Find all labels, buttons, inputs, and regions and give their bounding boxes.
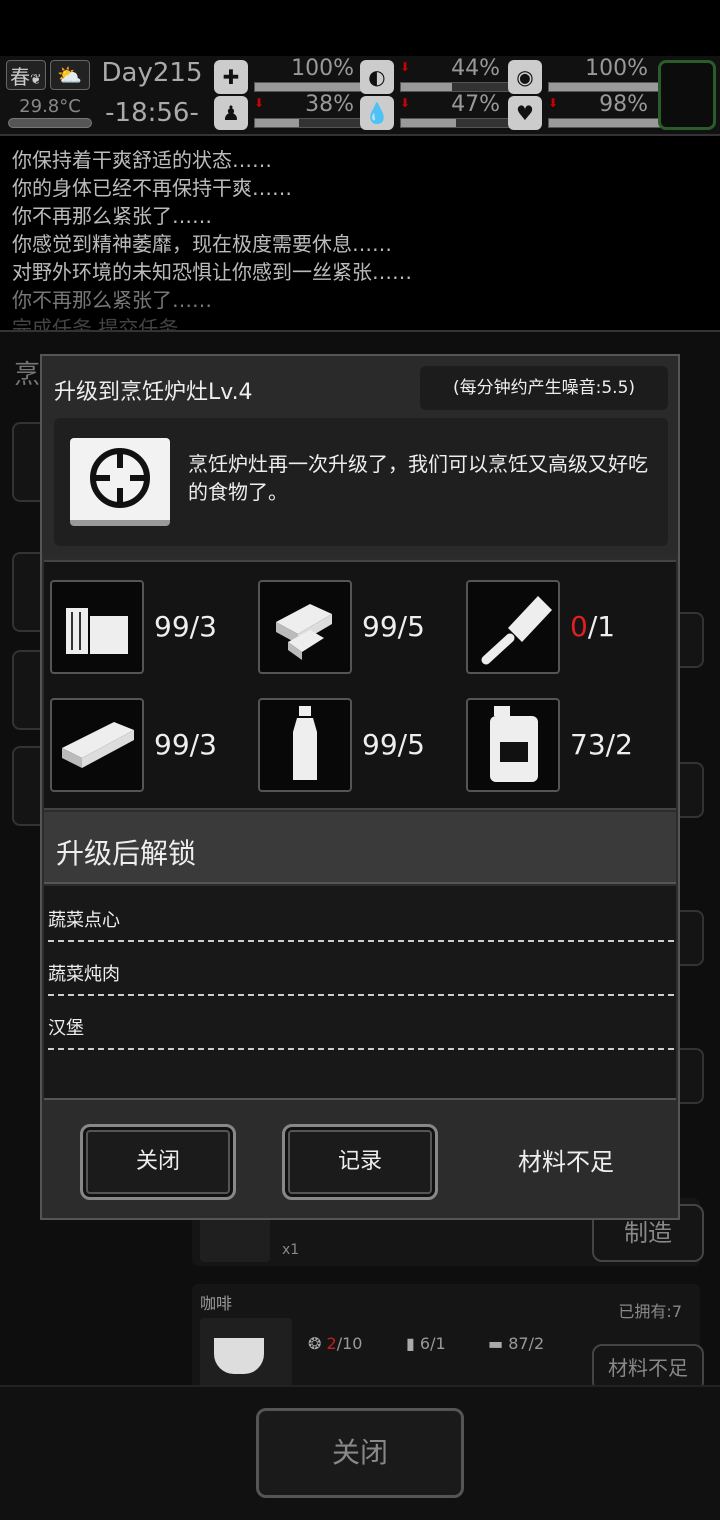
spirit-percent: 98% — [599, 92, 648, 117]
upgrade-dialog: 升级到烹饪炉灶Lv.4 (每分钟约产生噪音:5.5) 烹饪炉灶再一次升级了，我们… — [40, 354, 680, 1220]
hunger-percent: 44% — [451, 56, 500, 81]
dialog-footer: 关闭 记录 材料不足 — [42, 1102, 678, 1218]
bottle-icon — [258, 698, 352, 792]
recipe-name: 咖啡 — [200, 1294, 233, 1313]
boot-icon: ♟ — [214, 96, 248, 130]
stat-hunger: ◐ ⬇ 44% — [360, 56, 518, 94]
bottle-icon: ▮ — [406, 1334, 415, 1353]
decrease-arrow-icon: ⬇ — [254, 96, 265, 110]
temperature-display: 29.8°C — [8, 96, 92, 132]
spirit-bar-fill — [549, 119, 663, 127]
material-quantity: 99/3 — [154, 728, 217, 761]
description-box: 烹饪炉灶再一次升级了，我们可以烹饪又高级又好吃的食物了。 — [54, 418, 668, 546]
season-label: 春 — [10, 65, 30, 89]
dialog-title: 升级到烹饪炉灶Lv.4 — [54, 380, 253, 405]
material-quantity: 99/5 — [362, 610, 425, 643]
coffee-bean-icon: ❂ — [308, 1334, 322, 1353]
req-coffee-beans: ❂ 2/10 — [308, 1334, 363, 1353]
dialog-header: 升级到烹饪炉灶Lv.4 (每分钟约产生噪音:5.5) 烹饪炉灶再一次升级了，我们… — [42, 356, 678, 556]
message-log: 你保持着干爽舒适的状态…… 你的身体已经不再保持干爽…… 你不再那么紧张了…… … — [12, 146, 712, 342]
health-percent: 100% — [291, 56, 354, 81]
log-line: 你的身体已经不再保持干爽…… — [12, 176, 292, 200]
stomach-icon: ◐ — [360, 60, 394, 94]
upgrade-description: 烹饪炉灶再一次升级了，我们可以烹饪又高级又好吃的食物了。 — [188, 452, 648, 504]
material-quantity: 0/1 — [570, 610, 616, 643]
log-line: 对野外环境的未知恐惧让你感到一丝紧张…… — [12, 260, 412, 284]
recipe-owned-count: 已拥有:7 — [618, 1302, 682, 1321]
stat-thirst: 💧 ⬇ 47% — [360, 92, 518, 130]
unlock-item: 汉堡 — [48, 998, 674, 1050]
material-quantity: 99/3 — [154, 610, 217, 643]
unlock-section-header: 升级后解锁 — [44, 812, 676, 884]
record-button[interactable]: 记录 — [282, 1124, 438, 1200]
stamina-bar-fill — [255, 119, 300, 127]
thirst-percent: 47% — [451, 92, 500, 117]
material-quantity: 73/2 — [570, 728, 633, 761]
log-line: 你保持着干爽舒适的状态…… — [12, 148, 272, 172]
unlock-list: 蔬菜点心 蔬菜炖肉 汉堡 — [44, 886, 676, 1100]
decrease-arrow-icon: ⬇ — [400, 96, 411, 110]
log-line: 你感觉到精神萎靡，现在极度需要休息…… — [12, 232, 392, 256]
panel-close-button[interactable]: 关闭 — [256, 1408, 464, 1498]
medkit-icon: ✚ — [214, 60, 248, 94]
req-water-bottle: ▮ 6/1 — [406, 1334, 446, 1353]
mood-bar-fill — [549, 83, 665, 91]
unlock-header-label: 升级后解锁 — [56, 837, 197, 870]
decrease-arrow-icon: ⬇ — [548, 96, 559, 110]
wood-icon: ▬ — [488, 1334, 504, 1353]
hunger-bar-fill — [401, 83, 453, 91]
brain-icon: ◉ — [508, 60, 542, 94]
required-materials: 99/3 99/5 0/1 99/3 99/5 73/2 — [44, 560, 676, 810]
leaf-icon: ❦ — [30, 72, 42, 88]
stove-burner-icon — [70, 438, 170, 526]
mood-percent: 100% — [585, 56, 648, 81]
heart-icon: ♥ — [508, 96, 542, 130]
day-counter: Day215 — [101, 58, 203, 88]
wood-planks-icon — [258, 580, 352, 674]
stamina-percent: 38% — [305, 92, 354, 117]
season-indicator: 春❦ — [6, 60, 46, 90]
material-metal-plate: 99/3 — [50, 698, 250, 794]
material-bottle: 99/5 — [258, 698, 458, 794]
oil-jug-icon — [466, 698, 560, 792]
unlock-item: 蔬菜点心 — [48, 890, 674, 942]
water-drop-icon: 💧 — [360, 96, 394, 130]
cleaver-icon — [466, 580, 560, 674]
panel-title: 烹 — [14, 360, 41, 390]
health-bar-fill — [255, 83, 371, 91]
material-quantity: 99/5 — [362, 728, 425, 761]
noise-info-badge: (每分钟约产生噪音:5.5) — [420, 366, 668, 410]
stat-stamina: ♟ ⬇ 38% — [214, 92, 372, 130]
temperature-label: 29.8°C — [19, 96, 81, 117]
close-button[interactable]: 关闭 — [80, 1124, 236, 1200]
decrease-arrow-icon: ⬇ — [400, 60, 411, 74]
unlock-item: 蔬菜炖肉 — [48, 944, 674, 996]
req-wood: ▬ 87/2 — [488, 1334, 545, 1353]
thirst-bar-fill — [401, 119, 456, 127]
weather-indicator: ⛅ — [50, 60, 90, 90]
equipment-slot[interactable] — [658, 60, 716, 130]
metal-plate-icon — [50, 698, 144, 792]
wood-log-icon — [50, 580, 144, 674]
stat-health: ✚ 100% — [214, 56, 372, 94]
material-wood-planks: 99/5 — [258, 580, 458, 676]
recipe-owned-count: x1 — [282, 1242, 300, 1258]
cloudy-sun-icon: ⛅ — [57, 63, 82, 87]
material-wood-log: 99/3 — [50, 580, 250, 676]
material-oil-jug: 73/2 — [466, 698, 666, 794]
log-line: 你不再那么紧张了…… — [12, 288, 212, 312]
log-line: 你不再那么紧张了…… — [12, 204, 212, 228]
status-hud: 春❦ ⛅ 29.8°C Day215 -18:56- ✚ 100% ◐ ⬇ 44… — [0, 56, 720, 136]
stat-spirit: ♥ ⬇ 98% — [508, 92, 666, 130]
material-cleaver: 0/1 — [466, 580, 666, 676]
thermometer-icon — [8, 118, 92, 128]
clock: -18:56- — [105, 98, 199, 128]
insufficient-materials-status: 材料不足 — [518, 1148, 614, 1176]
stat-mood: ◉ 100% — [508, 56, 666, 94]
